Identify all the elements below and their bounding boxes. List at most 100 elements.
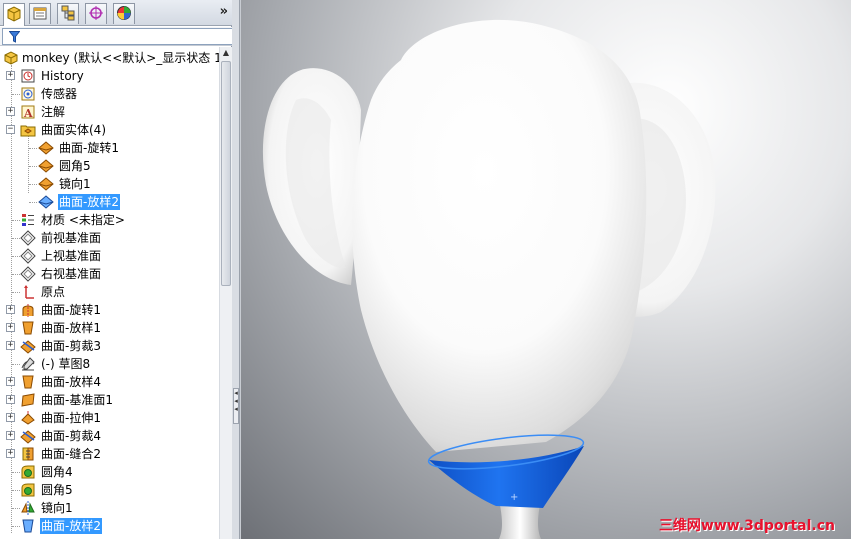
expand-toggle[interactable]: +	[6, 449, 15, 458]
tree-root-label: monkey (默认<<默认>_显示状态 1	[22, 51, 219, 65]
plane-icon	[20, 230, 36, 246]
scroll-thumb[interactable]	[221, 61, 231, 286]
material-icon	[20, 212, 36, 228]
expand-toggle[interactable]: +	[6, 341, 15, 350]
surface-revolve-icon	[20, 302, 36, 318]
tree-item[interactable]: (-) 草图8	[0, 355, 219, 373]
expand-toggle[interactable]: +	[6, 323, 15, 332]
tree-item[interactable]: 镜向1	[0, 175, 219, 193]
surface-body-icon	[38, 176, 54, 192]
property-manager-icon	[32, 5, 48, 24]
tree-connector	[29, 202, 37, 203]
expand-toggle[interactable]: +	[6, 377, 15, 386]
tree-item[interactable]: + 曲面-剪裁3	[0, 337, 219, 355]
tree-item[interactable]: 曲面-放样2	[0, 517, 219, 535]
tree-item-label: 材质 <未指定>	[41, 213, 125, 227]
expand-toggle[interactable]: +	[6, 413, 15, 422]
plane-icon	[20, 266, 36, 282]
dimxpert-icon	[88, 5, 104, 24]
tree-item-label: 圆角5	[59, 159, 91, 173]
tree-connector	[12, 256, 20, 257]
filter-button[interactable]	[2, 28, 234, 45]
surface-body-icon	[38, 158, 54, 174]
expand-toggle[interactable]: +	[6, 107, 15, 116]
tree-connector	[12, 220, 20, 221]
tab-property-manager[interactable]	[29, 3, 51, 24]
tree-item[interactable]: 镜向1	[0, 499, 219, 517]
tree-item[interactable]: + History	[0, 67, 219, 85]
tree-item[interactable]: 传感器	[0, 85, 219, 103]
fillet-icon	[20, 464, 36, 480]
collapse-panel-button[interactable]: »	[220, 4, 228, 19]
surface-trim-icon	[20, 428, 36, 444]
splitter-grip[interactable]: ◂ ◂ ◂	[233, 388, 239, 424]
tree-item[interactable]: + 曲面-旋转1	[0, 301, 219, 319]
tree-item[interactable]: + 曲面-拉伸1	[0, 409, 219, 427]
tree-item[interactable]: 圆角5	[0, 481, 219, 499]
tab-feature-manager[interactable]	[3, 3, 25, 26]
tree-item[interactable]: 曲面-放样2	[0, 193, 219, 211]
tree-item[interactable]: + 曲面-基准面1	[0, 391, 219, 409]
feature-manager-panel: » monkey (默认<<默认>_显示状态 1 + History 传感器 + A 注解 −…	[0, 0, 234, 539]
tree-item-label: 前视基准面	[41, 231, 102, 245]
tree-connector	[12, 94, 20, 95]
expand-toggle[interactable]: +	[6, 431, 15, 440]
mirror-icon	[20, 500, 36, 516]
feature-tree: monkey (默认<<默认>_显示状态 1 + History 传感器 + A 注解 − 曲面…	[0, 47, 219, 539]
tree-item-label: 曲面-放样4	[41, 375, 101, 389]
expand-toggle[interactable]: +	[6, 305, 15, 314]
tree-item[interactable]: + 曲面-放样1	[0, 319, 219, 337]
tree-scrollbar[interactable]: ▲	[219, 47, 232, 539]
tree-item-label: 曲面-放样1	[41, 321, 101, 335]
tab-dimxpert[interactable]	[85, 3, 107, 24]
tree-item[interactable]: + 曲面-缝合2	[0, 445, 219, 463]
expand-toggle[interactable]: +	[6, 395, 15, 404]
tree-item[interactable]: 原点	[0, 283, 219, 301]
tree-item-label: 原点	[41, 285, 66, 299]
surface-loft-icon	[20, 518, 36, 534]
tree-item-label: History	[41, 69, 84, 83]
tree-item[interactable]: − 曲面实体(4)	[0, 121, 219, 139]
display-manager-icon	[116, 5, 132, 24]
graphics-viewport[interactable]: + 三维网www.3dportal.cn	[241, 0, 851, 539]
tab-display-manager[interactable]	[113, 3, 135, 24]
svg-text:+: +	[510, 492, 518, 503]
scroll-up-arrow-icon[interactable]: ▲	[220, 47, 232, 59]
surface-loft-icon	[20, 374, 36, 390]
tree-item-label: 曲面-基准面1	[41, 393, 113, 407]
tree-item-label: (-) 草图8	[41, 357, 91, 371]
planar-surface-icon	[20, 392, 36, 408]
tree-item[interactable]: 上视基准面	[0, 247, 219, 265]
tree-item-label: 曲面-旋转1	[41, 303, 101, 317]
tree-item[interactable]: 曲面-旋转1	[0, 139, 219, 157]
monkey-model[interactable]: +	[241, 0, 851, 539]
panel-splitter[interactable]: ◂ ◂ ◂	[232, 0, 240, 539]
tree-item-label: 曲面-旋转1	[59, 141, 119, 155]
tab-configuration-manager[interactable]	[57, 3, 79, 24]
surface-loft-icon	[20, 320, 36, 336]
tree-item[interactable]: 材质 <未指定>	[0, 211, 219, 229]
tree-connector	[29, 166, 37, 167]
tree-item[interactable]: 前视基准面	[0, 229, 219, 247]
tree-root-item[interactable]: monkey (默认<<默认>_显示状态 1	[0, 49, 219, 67]
fillet-icon	[20, 482, 36, 498]
tree-item[interactable]: + A 注解	[0, 103, 219, 121]
tree-connector	[12, 526, 20, 527]
tree-item-label: 传感器	[41, 87, 78, 101]
tree-item[interactable]: 右视基准面	[0, 265, 219, 283]
expand-toggle[interactable]: −	[6, 125, 15, 134]
tree-item[interactable]: 圆角5	[0, 157, 219, 175]
part-icon	[3, 50, 19, 66]
tree-connector	[29, 184, 37, 185]
tree-connector	[12, 364, 20, 365]
tree-item-label: 右视基准面	[41, 267, 102, 281]
tree-item[interactable]: 圆角4	[0, 463, 219, 481]
manager-tab-bar: »	[0, 0, 232, 26]
tree-item-label: 曲面-剪裁3	[41, 339, 101, 353]
tree-item-label: 曲面-剪裁4	[41, 429, 101, 443]
tree-item-label: 上视基准面	[41, 249, 102, 263]
tree-item-label: 曲面-放样2	[40, 518, 102, 534]
tree-item[interactable]: + 曲面-剪裁4	[0, 427, 219, 445]
tree-item[interactable]: + 曲面-放样4	[0, 373, 219, 391]
expand-toggle[interactable]: +	[6, 71, 15, 80]
